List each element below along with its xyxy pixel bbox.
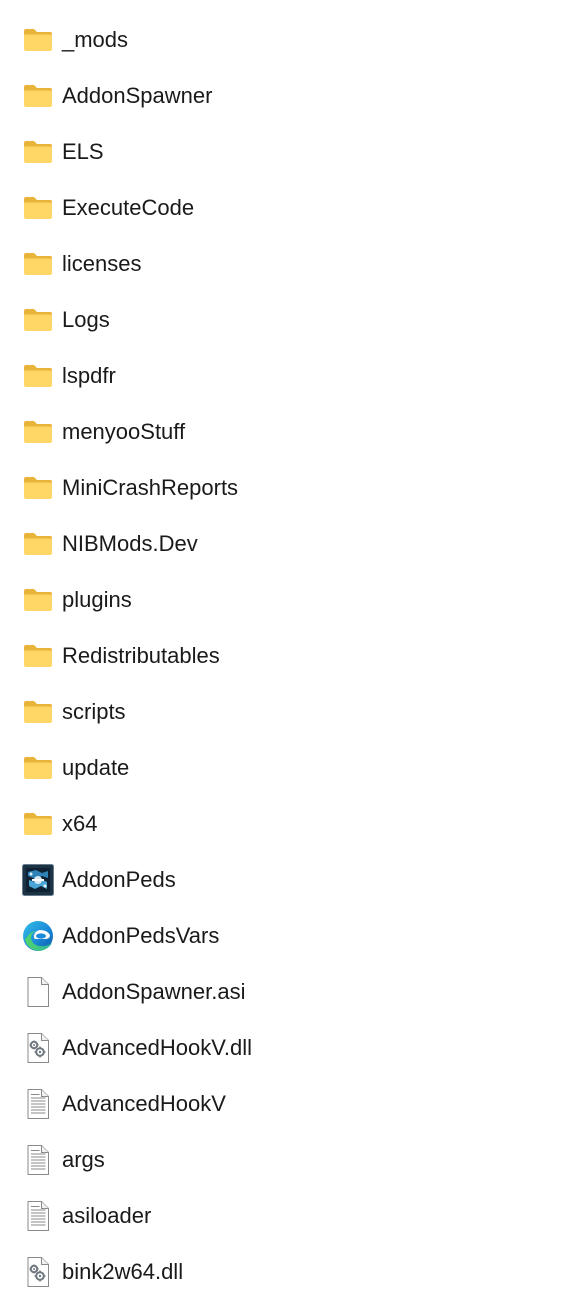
folder-item[interactable]: licenses [0,236,564,292]
folder-icon [22,248,54,280]
folder-icon [22,472,54,504]
folder-item[interactable]: update [0,740,564,796]
folder-icon [22,192,54,224]
item-name: NIBMods.Dev [62,531,198,556]
folder-icon [22,584,54,616]
text-file-icon [22,1144,54,1176]
folder-icon [22,80,54,112]
item-name: update [62,755,130,780]
folder-icon [22,528,54,560]
folder-icon [22,808,54,840]
text-file-icon [22,1200,54,1232]
item-name: ELS [62,139,104,164]
file-list: _mods AddonSpawner ELS ExecuteCode licen… [0,12,564,1300]
item-name: AddonPedsVars [62,923,220,948]
file-item[interactable]: AdvancedHookV.dll [0,1020,564,1076]
item-name: ExecuteCode [62,195,195,220]
folder-icon [22,24,54,56]
file-item[interactable]: asiloader [0,1188,564,1244]
item-name: lspdfr [62,363,116,388]
app-thumbnail-icon [22,864,54,896]
dll-gear-file-icon [22,1256,54,1288]
file-item[interactable]: AddonSpawner.asi [0,964,564,1020]
folder-icon [22,416,54,448]
folder-item[interactable]: _mods [0,12,564,68]
item-name: licenses [62,251,142,276]
folder-item[interactable]: Logs [0,292,564,348]
file-item[interactable]: AddonPeds [0,852,564,908]
folder-icon [22,360,54,392]
item-name: _mods [62,27,129,52]
item-name: asiloader [62,1203,152,1228]
folder-item[interactable]: x64 [0,796,564,852]
folder-icon [22,752,54,784]
item-name: AddonSpawner.asi [62,979,246,1004]
folder-item[interactable]: NIBMods.Dev [0,516,564,572]
item-name: plugins [62,587,132,612]
folder-item[interactable]: lspdfr [0,348,564,404]
folder-item[interactable]: MiniCrashReports [0,460,564,516]
folder-item[interactable]: plugins [0,572,564,628]
folder-item[interactable]: ExecuteCode [0,180,564,236]
item-name: x64 [62,811,98,836]
folder-item[interactable]: AddonSpawner [0,68,564,124]
blank-file-icon [22,976,54,1008]
file-item[interactable]: AdvancedHookV [0,1076,564,1132]
item-name: args [62,1147,105,1172]
item-name: AdvancedHookV.dll [62,1035,252,1060]
folder-item[interactable]: Redistributables [0,628,564,684]
folder-icon [22,304,54,336]
item-name: AddonSpawner [62,83,213,108]
file-item[interactable]: args [0,1132,564,1188]
item-name: AdvancedHookV [62,1091,226,1116]
file-item[interactable]: AddonPedsVars [0,908,564,964]
item-name: AddonPeds [62,867,176,892]
item-name: Redistributables [62,643,220,668]
text-file-icon [22,1088,54,1120]
item-name: menyooStuff [62,419,186,444]
item-name: Logs [62,307,110,332]
folder-icon [22,136,54,168]
dll-gear-file-icon [22,1032,54,1064]
folder-item[interactable]: menyooStuff [0,404,564,460]
edge-browser-icon [22,920,54,952]
item-name: MiniCrashReports [62,475,239,500]
item-name: scripts [62,699,126,724]
file-item[interactable]: bink2w64.dll [0,1244,564,1300]
folder-icon [22,696,54,728]
folder-icon [22,640,54,672]
folder-item[interactable]: ELS [0,124,564,180]
folder-item[interactable]: scripts [0,684,564,740]
item-name: bink2w64.dll [62,1259,184,1284]
